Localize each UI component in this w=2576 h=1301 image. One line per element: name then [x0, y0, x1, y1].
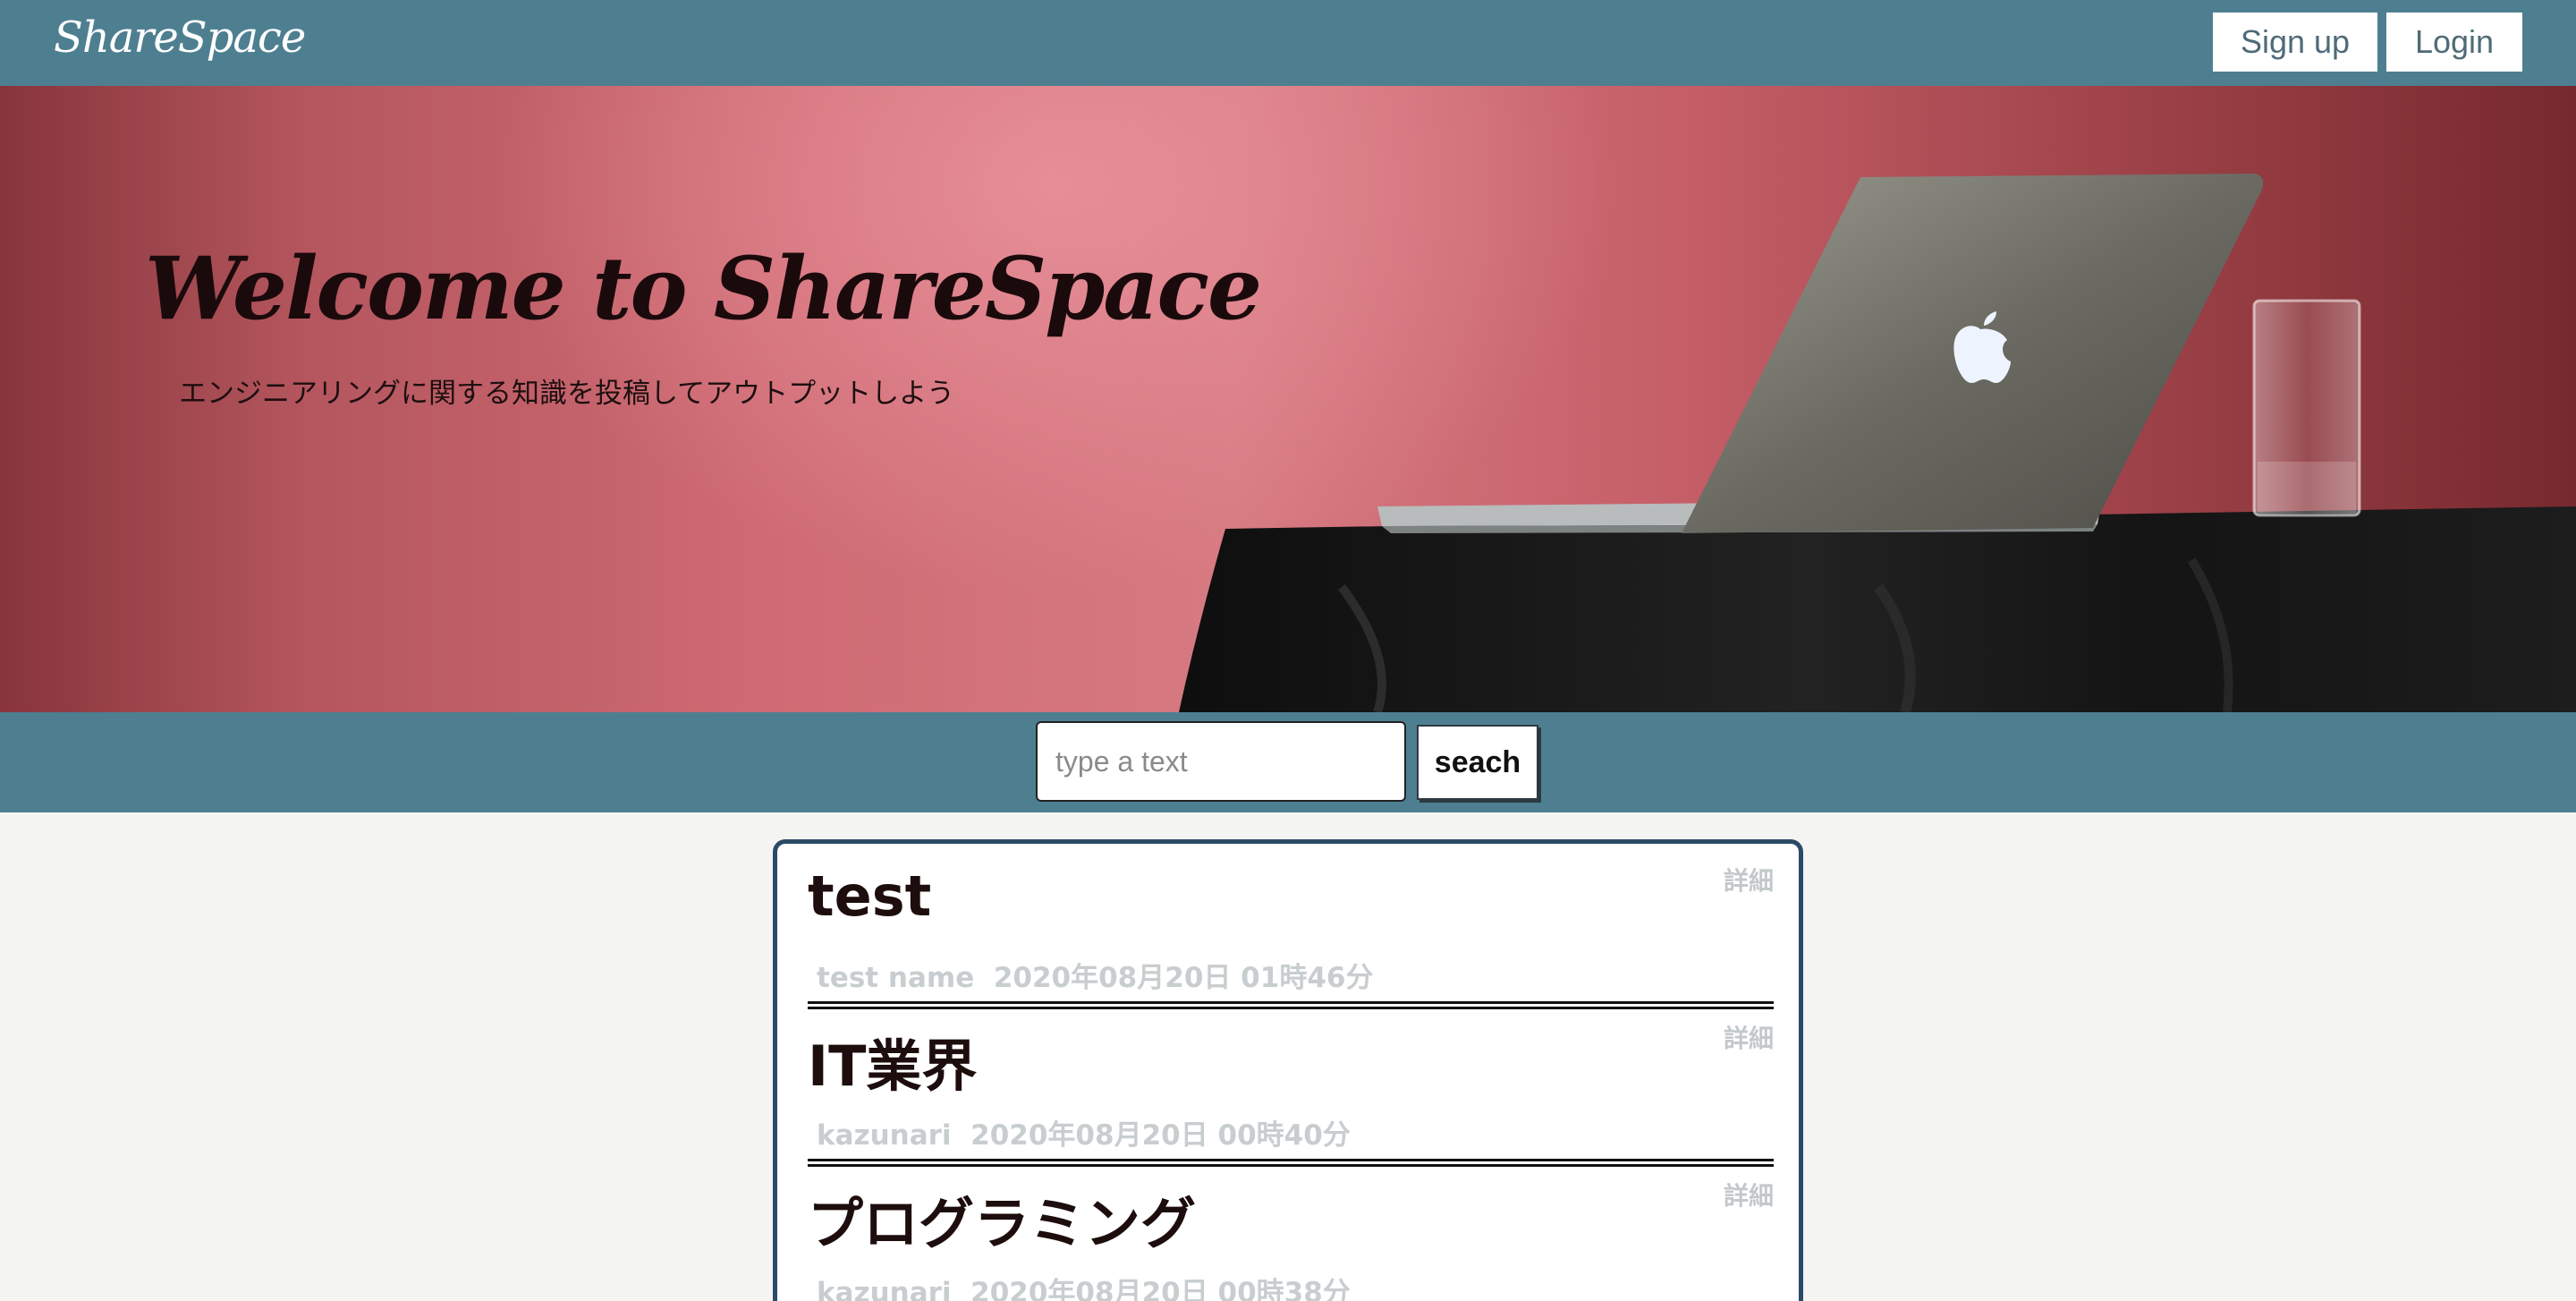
search-bar: seach: [0, 712, 2576, 812]
brand-logo[interactable]: ShareSpace: [54, 13, 306, 63]
login-button[interactable]: Login: [2386, 13, 2522, 72]
search-input[interactable]: [1036, 721, 1406, 802]
post-author: kazunari: [817, 1277, 952, 1301]
post-author: kazunari: [817, 1119, 952, 1152]
hero-subtitle: エンジニアリングに関する知識を投稿してアウトプットしよう: [179, 378, 955, 410]
post-detail-link[interactable]: 詳細: [1724, 1177, 1774, 1212]
post-date: 2020年08月20日 00時38分: [970, 1277, 1351, 1301]
post-title[interactable]: プログラミング: [808, 1178, 1196, 1259]
top-navbar: ShareSpace Sign up Login: [0, 0, 2576, 86]
signup-button[interactable]: Sign up: [2213, 13, 2377, 72]
post-item: プログラミング 詳細 kazunari 2020年08月20日 00時38分: [808, 1159, 1774, 1301]
post-meta: test name 2020年08月20日 01時46分: [817, 955, 1373, 995]
post-title[interactable]: test: [808, 863, 931, 929]
post-date: 2020年08月20日 01時46分: [993, 962, 1374, 994]
post-title[interactable]: IT業界: [808, 1021, 977, 1101]
post-item: IT業界 詳細 kazunari 2020年08月20日 00時40分: [808, 1001, 1774, 1167]
post-meta: kazunari 2020年08月20日 00時38分: [817, 1270, 1351, 1301]
hero-title: Welcome to ShareSpace: [145, 238, 1262, 339]
post-detail-link[interactable]: 詳細: [1724, 862, 1774, 897]
post-item: test 詳細 test name 2020年08月20日 01時46分: [808, 844, 1774, 1009]
post-meta: kazunari 2020年08月20日 00時40分: [817, 1112, 1351, 1152]
post-detail-link[interactable]: 詳細: [1724, 1019, 1774, 1055]
search-button[interactable]: seach: [1417, 725, 1538, 800]
post-date: 2020年08月20日 00時40分: [970, 1119, 1351, 1152]
post-list-card: test 詳細 test name 2020年08月20日 01時46分 IT業…: [773, 839, 1803, 1301]
hero-banner: Welcome to ShareSpace エンジニアリングに関する知識を投稿し…: [0, 86, 2576, 712]
apple-logo-icon: [1953, 311, 2011, 383]
post-author: test name: [817, 962, 975, 994]
